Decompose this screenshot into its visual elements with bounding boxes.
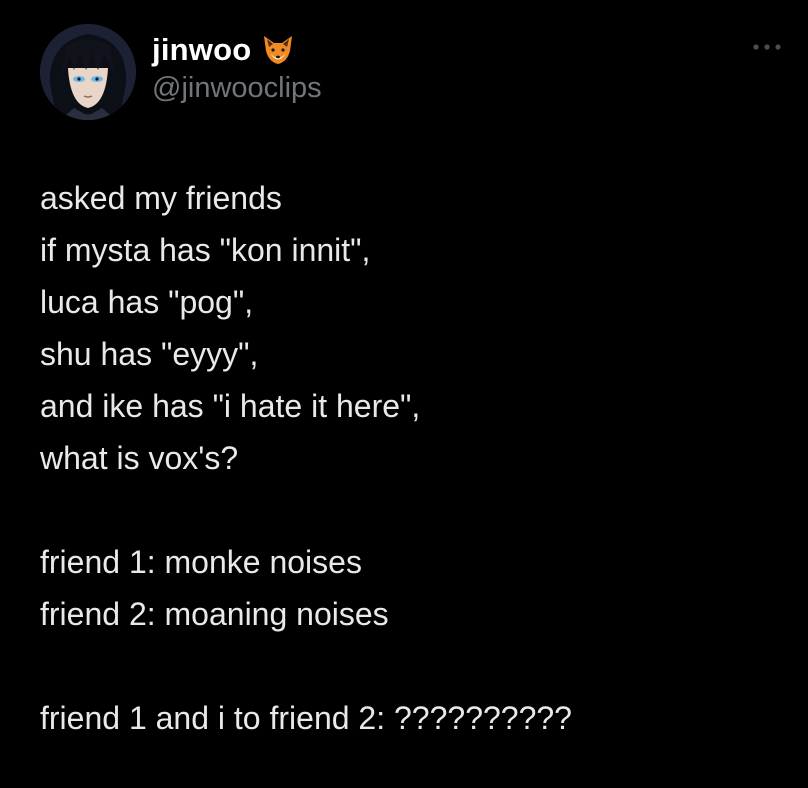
tweet-text-line: what is vox's? xyxy=(40,440,239,476)
tweet-text-line: asked my friends xyxy=(40,180,282,216)
tweet-text-line: shu has "eyyy", xyxy=(40,336,259,372)
tweet-text-line: and ike has "i hate it here", xyxy=(40,388,421,424)
handle[interactable]: @jinwooclips xyxy=(152,72,322,105)
tweet-text: asked my friends if mysta has "kon innit… xyxy=(40,172,780,744)
tweet-text-line: friend 2: moaning noises xyxy=(40,596,389,632)
tweet-text-line: luca has "pog", xyxy=(40,284,254,320)
fox-face-emoji-icon xyxy=(261,33,295,67)
tweet-text-line: friend 1 and i to friend 2: ?????????? xyxy=(40,700,572,736)
tweet-text-line: friend 1: monke noises xyxy=(40,544,362,580)
display-name[interactable]: jinwoo xyxy=(152,32,251,68)
more-options-icon[interactable] xyxy=(750,40,784,54)
avatar[interactable] xyxy=(40,24,136,120)
author-info[interactable]: jinwoo @jinwooclips xyxy=(152,30,322,105)
tweet-text-line: if mysta has "kon innit", xyxy=(40,232,371,268)
tweet-card: jinwoo @jinwooclips asked my friends if … xyxy=(0,0,808,788)
